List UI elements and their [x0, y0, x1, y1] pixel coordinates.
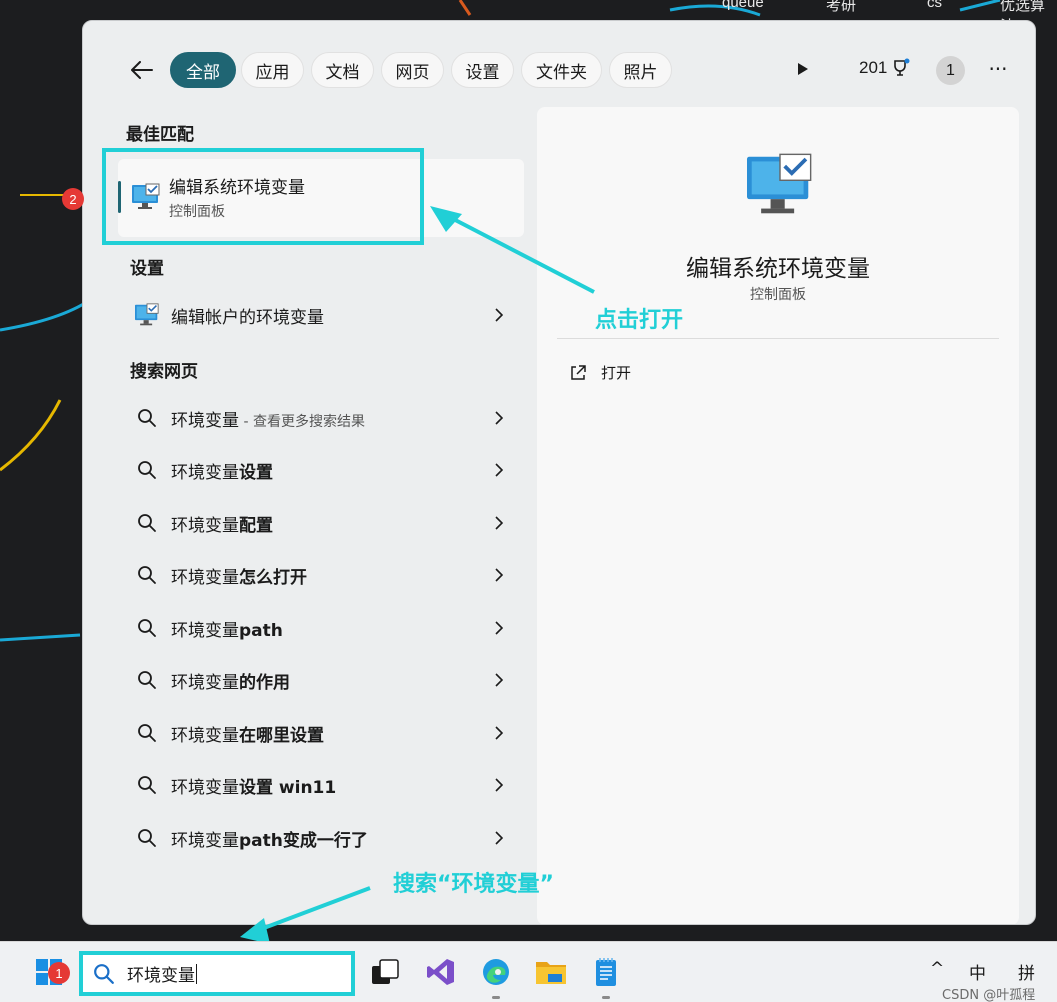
callout-click-open: 点击打开 [595, 308, 684, 333]
notepad-icon [596, 958, 616, 986]
file-explorer-taskbar-button[interactable] [532, 953, 570, 991]
step-badge-1: 1 [48, 962, 70, 984]
running-indicator [602, 996, 610, 999]
ime-layout-indicator[interactable]: 拼 [1018, 959, 1035, 984]
search-icon [93, 963, 115, 985]
running-indicator [492, 996, 500, 999]
taskbar: 1 环境变量 ^ 中 拼 CSDN @叶孤程 [0, 941, 1057, 1002]
show-hidden-icons-button[interactable]: ^ [930, 959, 944, 979]
visual-studio-icon [427, 959, 454, 985]
visual-studio-taskbar-button[interactable] [422, 953, 460, 991]
ime-mode-indicator[interactable]: 中 [969, 959, 986, 984]
edge-taskbar-button[interactable] [477, 953, 515, 999]
callout-search-hint: 搜索“环境变量” [393, 872, 554, 897]
watermark: CSDN @叶孤程 [942, 988, 1036, 1002]
task-view-button[interactable] [366, 953, 404, 991]
notepad-taskbar-button[interactable] [587, 953, 625, 999]
text-caret [196, 963, 197, 984]
taskbar-search-value: 环境变量 [127, 966, 195, 986]
edge-browser-icon [483, 959, 509, 985]
taskbar-search-input[interactable]: 环境变量 [79, 951, 355, 996]
task-view-icon [372, 959, 399, 984]
folder-icon [536, 962, 566, 984]
annotation-arrows [240, 206, 595, 944]
